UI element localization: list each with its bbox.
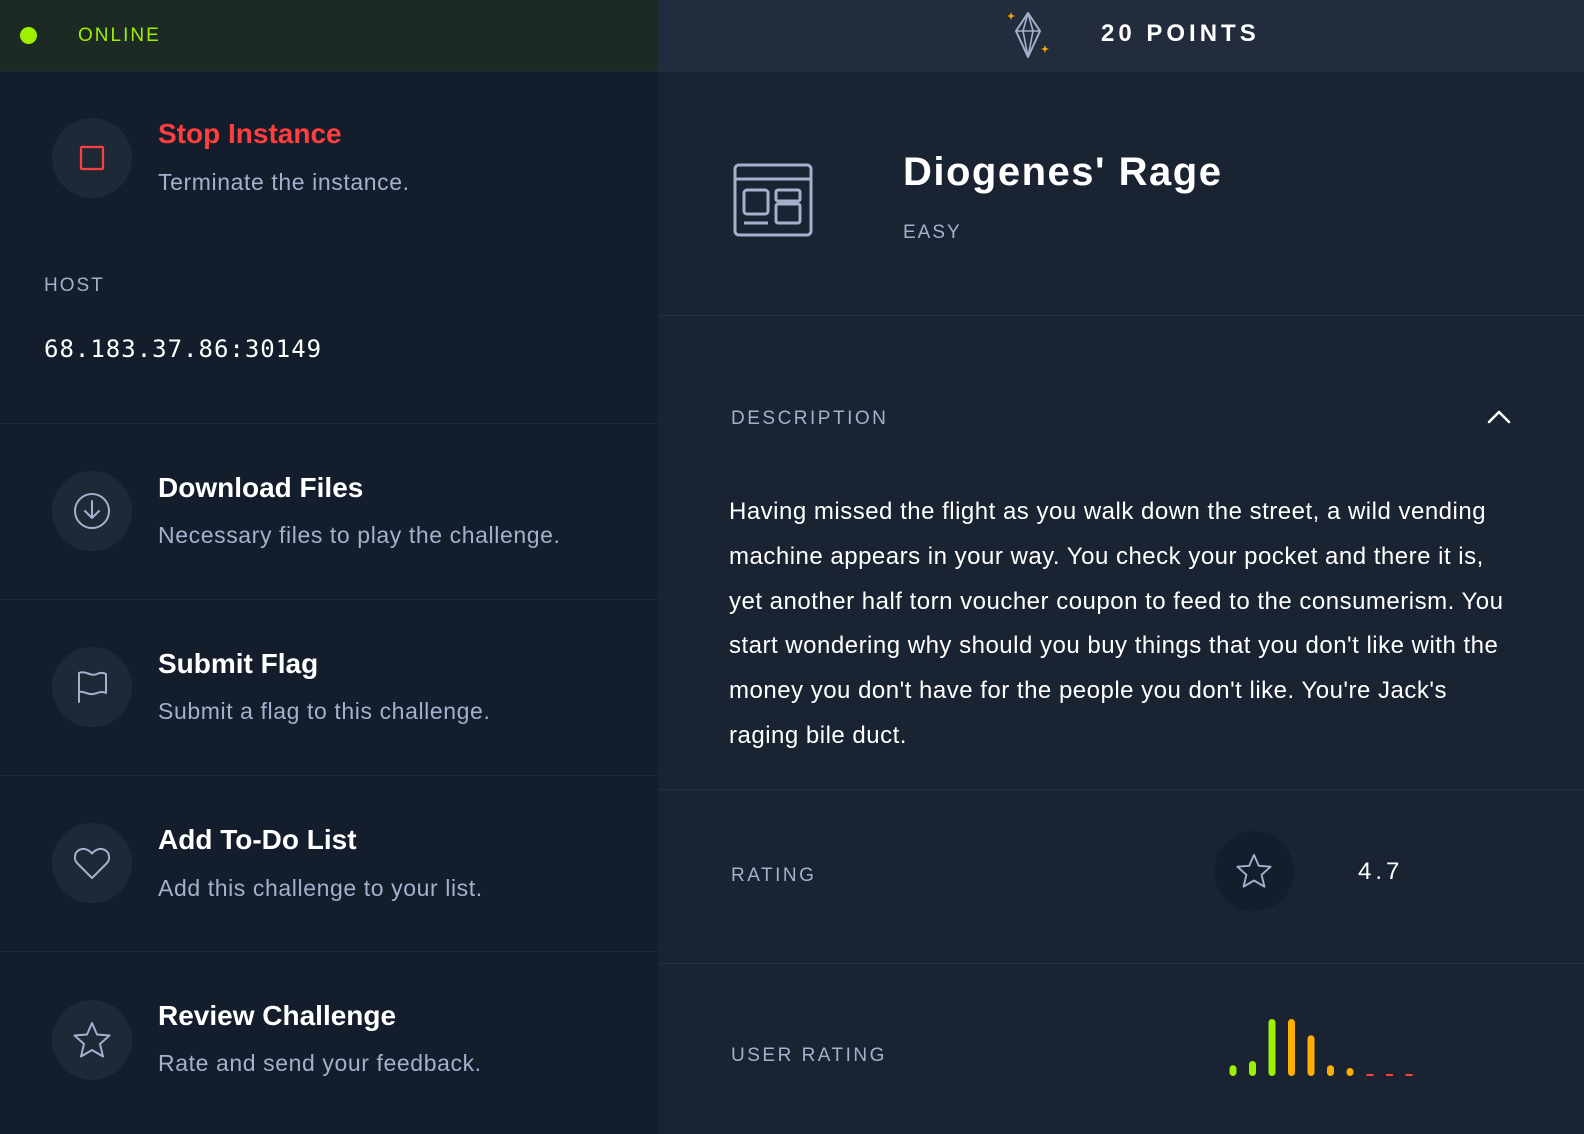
web-category-icon xyxy=(733,163,813,244)
rating-bar-2 xyxy=(1249,1061,1256,1076)
chevron-up-icon[interactable] xyxy=(1486,408,1512,431)
stop-icon[interactable] xyxy=(52,118,132,198)
rate-star-icon[interactable] xyxy=(1214,831,1294,911)
heart-icon[interactable] xyxy=(52,823,132,903)
challenge-title: Diogenes' Rage xyxy=(903,150,1223,194)
diamond-icon xyxy=(1006,9,1054,66)
divider xyxy=(658,315,1584,316)
review-challenge-subtitle: Rate and send your feedback. xyxy=(158,1050,482,1076)
divider xyxy=(658,789,1584,790)
rating-bar-6 xyxy=(1327,1065,1334,1076)
add-todo-title[interactable]: Add To-Do List xyxy=(158,824,357,856)
rating-bar-3 xyxy=(1268,1019,1276,1076)
user-rating-label: USER RATING xyxy=(731,1045,887,1066)
review-challenge-title[interactable]: Review Challenge xyxy=(158,1000,396,1032)
rating-bar-10 xyxy=(1405,1074,1413,1076)
star-icon[interactable] xyxy=(52,1000,132,1080)
host-value: 68.183.37.86:30149 xyxy=(44,335,323,363)
rating-value: 4.7 xyxy=(1358,858,1404,885)
points-label: 20 POINTS xyxy=(1101,20,1260,47)
rating-label: RATING xyxy=(731,865,817,886)
submit-flag-subtitle: Submit a flag to this challenge. xyxy=(158,698,491,724)
divider xyxy=(0,951,658,952)
download-files-subtitle: Necessary files to play the challenge. xyxy=(158,522,561,548)
right-panel: 20 POINTS Diogenes' Rage EASY DESCRIPTIO… xyxy=(658,0,1584,1134)
rating-bar-5 xyxy=(1307,1035,1315,1076)
divider xyxy=(0,599,658,600)
rating-bar-4 xyxy=(1288,1019,1295,1076)
rating-bar-8 xyxy=(1366,1074,1374,1076)
download-files-title[interactable]: Download Files xyxy=(158,472,363,504)
challenge-difficulty: EASY xyxy=(903,222,962,243)
left-panel: ONLINE Stop Instance Terminate the insta… xyxy=(0,0,658,1134)
divider xyxy=(658,963,1584,964)
submit-flag-title[interactable]: Submit Flag xyxy=(158,648,318,680)
description-label: DESCRIPTION xyxy=(731,408,889,429)
stop-instance-subtitle: Terminate the instance. xyxy=(158,169,410,195)
divider xyxy=(0,423,658,424)
user-rating-bars xyxy=(1229,1019,1413,1076)
add-todo-subtitle: Add this challenge to your list. xyxy=(158,875,483,901)
host-label: HOST xyxy=(44,275,105,296)
rating-bar-7 xyxy=(1346,1068,1354,1076)
status-dot xyxy=(20,27,37,44)
rating-bar-9 xyxy=(1386,1074,1393,1076)
description-text: Having missed the flight as you walk dow… xyxy=(729,498,1504,749)
download-icon[interactable] xyxy=(52,471,132,551)
stop-instance-title[interactable]: Stop Instance xyxy=(158,118,342,150)
divider xyxy=(0,775,658,776)
rating-bar-1 xyxy=(1229,1065,1237,1076)
status-bar: ONLINE xyxy=(0,0,658,72)
status-label: ONLINE xyxy=(78,24,161,46)
points-bar: 20 POINTS xyxy=(658,0,1584,72)
flag-icon[interactable] xyxy=(52,647,132,727)
